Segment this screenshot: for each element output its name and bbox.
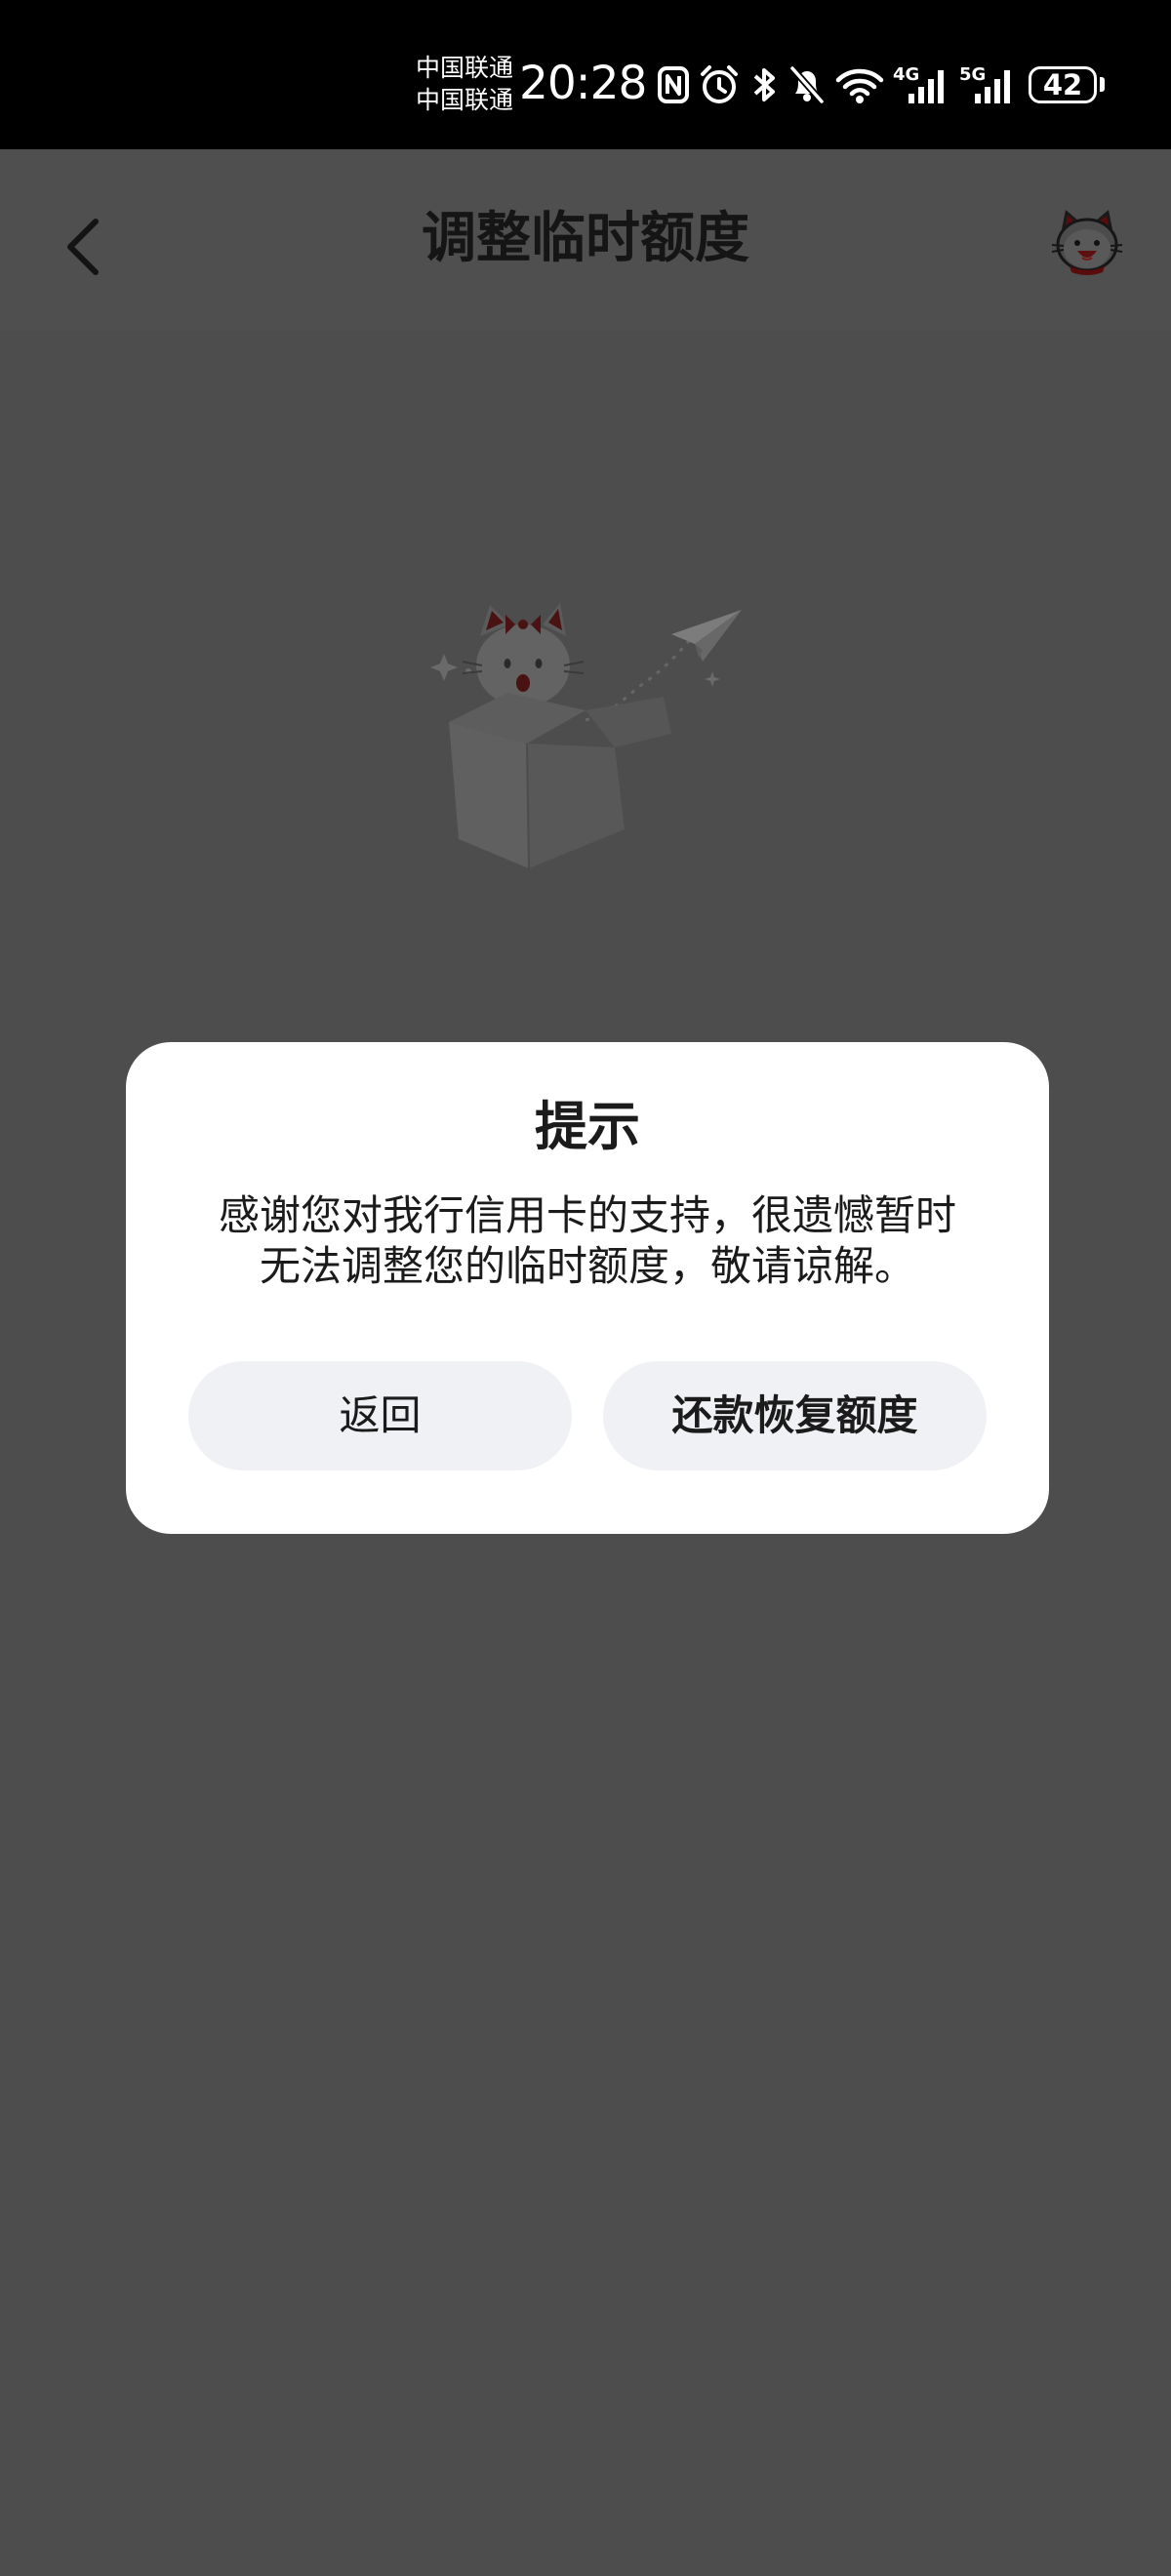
signal-4g-icon: 4G (893, 64, 944, 103)
wifi-icon (835, 68, 884, 103)
carrier-labels: 中国联通 中国联通 (416, 52, 517, 116)
dialog-title: 提示 (535, 1096, 640, 1157)
signal-4g-label: 4G (893, 64, 919, 85)
carrier-2: 中国联通 (416, 86, 514, 114)
battery-level: 42 (1042, 68, 1083, 101)
nav-bar: 调整临时额度 (0, 149, 1171, 330)
back-button[interactable]: 返回 (188, 1361, 572, 1470)
battery-icon: 42 (1029, 66, 1097, 103)
dialog-message-line-1: 感谢您对我行信用卡的支持，很遗憾暂时 (218, 1191, 956, 1239)
nfc-icon (658, 66, 689, 103)
mute-icon (789, 65, 825, 104)
status-time: 20:28 (519, 57, 647, 110)
battery-tip (1100, 77, 1105, 92)
signal-5g-icon: 5G (959, 64, 1010, 103)
carrier-1: 中国联通 (416, 54, 514, 82)
alert-dialog: 提示 感谢您对我行信用卡的支持，很遗憾暂时 无法调整您的临时额度，敬请谅解。 返… (126, 1042, 1049, 1534)
mascot-cat-icon[interactable] (1048, 206, 1126, 278)
status-bar: 中国联通 中国联通 20:28 4G 5G 42 (0, 0, 1171, 149)
repay-restore-limit-button[interactable]: 还款恢复额度 (603, 1361, 987, 1470)
empty-state-illustration: M (430, 603, 742, 869)
signal-5g-label: 5G (959, 64, 986, 85)
bluetooth-icon (753, 68, 775, 101)
page-title: 调整临时额度 (422, 207, 749, 270)
alarm-icon (701, 65, 738, 103)
dialog-message-line-2: 无法调整您的临时额度，敬请谅解。 (259, 1242, 915, 1290)
dialog-message: 感谢您对我行信用卡的支持，很遗憾暂时 无法调整您的临时额度，敬请谅解。 (184, 1190, 990, 1292)
